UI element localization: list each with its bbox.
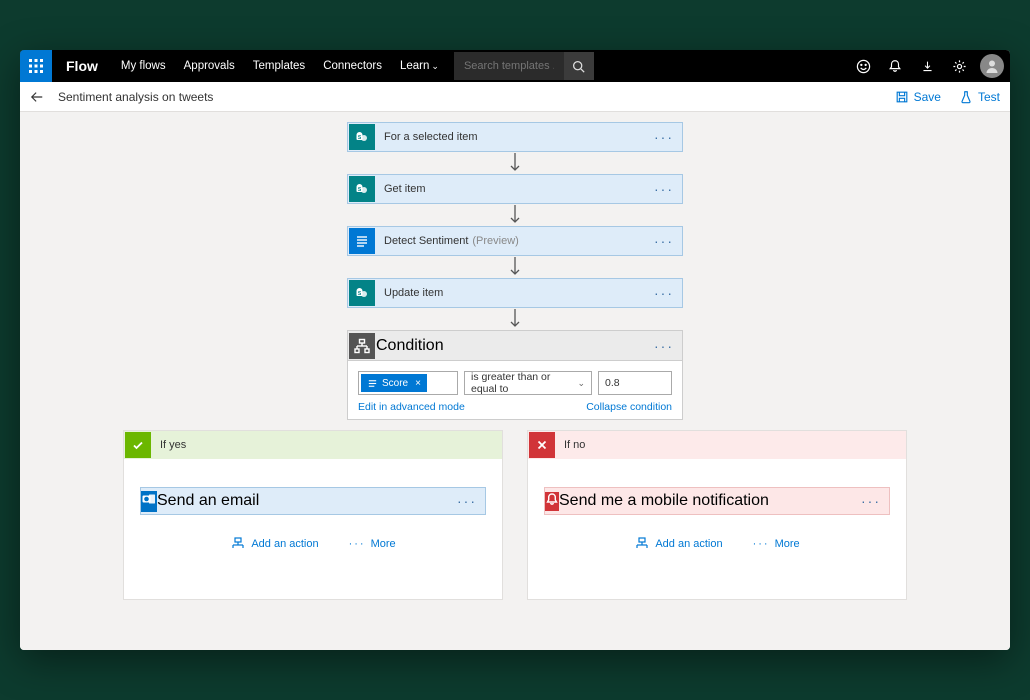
- condition-title: Condition: [376, 337, 444, 355]
- condition-card[interactable]: Condition ··· Score × is grea: [347, 330, 683, 420]
- save-button[interactable]: Save: [895, 90, 941, 104]
- collapse-condition-link[interactable]: Collapse condition: [586, 401, 672, 413]
- branch-yes-header: If yes: [124, 431, 502, 459]
- flow-title: Sentiment analysis on tweets: [58, 90, 213, 104]
- step-label: Get item: [376, 183, 426, 195]
- brand-label[interactable]: Flow: [52, 58, 112, 74]
- add-action-button[interactable]: Add an action: [230, 537, 318, 551]
- connector-arrow: [510, 204, 520, 226]
- search-button[interactable]: [564, 52, 594, 80]
- text-analytics-icon: [349, 228, 375, 254]
- action-send-email[interactable]: Send an email ···: [140, 487, 486, 515]
- branch-no-header: If no: [528, 431, 906, 459]
- test-button[interactable]: Test: [959, 90, 1000, 104]
- designer-canvas[interactable]: S For a selected item ··· S Get item ···…: [20, 112, 1010, 650]
- nav-learn[interactable]: Learn⌄: [391, 50, 448, 82]
- settings-gear-icon[interactable]: [944, 50, 974, 82]
- download-icon[interactable]: [912, 50, 942, 82]
- condition-value-input[interactable]: 0.8: [598, 371, 672, 395]
- action-send-notification[interactable]: Send me a mobile notification ···: [544, 487, 890, 515]
- top-bar: Flow My flows Approvals Templates Connec…: [20, 50, 1010, 82]
- step-detect-sentiment[interactable]: Detect Sentiment(Preview) ···: [347, 226, 683, 256]
- token-score[interactable]: Score ×: [361, 374, 427, 392]
- save-label: Save: [914, 90, 941, 104]
- checkmark-icon: [125, 432, 151, 458]
- user-avatar[interactable]: [980, 54, 1004, 78]
- operator-label: is greater than or equal to: [471, 371, 577, 395]
- top-right-actions: [848, 50, 1010, 82]
- step-menu-button[interactable]: ···: [861, 494, 881, 508]
- step-get-item[interactable]: S Get item ···: [347, 174, 683, 204]
- step-label: Detect Sentiment(Preview): [376, 235, 519, 247]
- more-button[interactable]: ··· More: [753, 537, 800, 551]
- condition-operator-select[interactable]: is greater than or equal to ⌄: [464, 371, 592, 395]
- condition-header[interactable]: Condition ···: [348, 331, 682, 361]
- add-action-icon: [230, 537, 246, 551]
- action-label: Send an email: [157, 492, 259, 510]
- add-action-label: Add an action: [251, 538, 318, 550]
- notifications-icon[interactable]: [880, 50, 910, 82]
- value-text: 0.8: [605, 377, 620, 389]
- condition-icon: [349, 333, 375, 359]
- ellipsis-icon: ···: [753, 538, 770, 550]
- add-action-label: Add an action: [655, 538, 722, 550]
- more-label: More: [775, 538, 800, 550]
- step-menu-button[interactable]: ···: [654, 130, 674, 144]
- sharepoint-icon: S: [349, 280, 375, 306]
- add-action-icon: [634, 537, 650, 551]
- close-x-icon: [529, 432, 555, 458]
- branch-no: If no Send me a mobile notification ··· …: [527, 430, 907, 600]
- nav-approvals[interactable]: Approvals: [175, 50, 244, 82]
- outlook-icon: [141, 491, 157, 512]
- connector-arrow: [510, 256, 520, 278]
- test-label: Test: [978, 90, 1000, 104]
- condition-left-operand[interactable]: Score ×: [358, 371, 458, 395]
- step-menu-button[interactable]: ···: [654, 182, 674, 196]
- nav-learn-label: Learn: [400, 60, 429, 72]
- branch-yes: If yes Send an email ··· Add an action: [123, 430, 503, 600]
- condition-branches: If yes Send an email ··· Add an action: [100, 430, 930, 600]
- step-menu-button[interactable]: ···: [654, 286, 674, 300]
- edit-advanced-link[interactable]: Edit in advanced mode: [358, 401, 465, 413]
- nav-templates[interactable]: Templates: [244, 50, 314, 82]
- search-box: [454, 52, 594, 80]
- step-menu-button[interactable]: ···: [654, 234, 674, 248]
- search-input[interactable]: [454, 52, 564, 80]
- ellipsis-icon: ···: [349, 538, 366, 550]
- branch-no-title: If no: [556, 439, 585, 451]
- sharepoint-icon: S: [349, 124, 375, 150]
- notification-bell-icon: [545, 492, 559, 511]
- connector-arrow: [510, 152, 520, 174]
- chevron-down-icon: ⌄: [431, 61, 439, 71]
- nav-connectors[interactable]: Connectors: [314, 50, 391, 82]
- add-action-button[interactable]: Add an action: [634, 537, 722, 551]
- branch-yes-title: If yes: [152, 439, 186, 451]
- smile-feedback-icon[interactable]: [848, 50, 878, 82]
- sharepoint-icon: S: [349, 176, 375, 202]
- step-menu-button[interactable]: ···: [457, 494, 477, 508]
- more-button[interactable]: ··· More: [349, 537, 396, 551]
- more-label: More: [371, 538, 396, 550]
- app-window: Flow My flows Approvals Templates Connec…: [20, 50, 1010, 650]
- command-bar: Sentiment analysis on tweets Save Test: [20, 82, 1010, 112]
- back-button[interactable]: [30, 90, 50, 104]
- step-for-selected-item[interactable]: S For a selected item ···: [347, 122, 683, 152]
- chevron-down-icon: ⌄: [577, 378, 585, 389]
- nav-my-flows[interactable]: My flows: [112, 50, 175, 82]
- token-label: Score: [382, 378, 408, 389]
- step-menu-button[interactable]: ···: [654, 339, 674, 353]
- step-label: Update item: [376, 287, 443, 299]
- action-label: Send me a mobile notification: [559, 492, 769, 510]
- token-remove-icon[interactable]: ×: [415, 378, 421, 389]
- step-update-item[interactable]: S Update item ···: [347, 278, 683, 308]
- connector-arrow: [510, 308, 520, 330]
- top-nav: My flows Approvals Templates Connectors …: [112, 50, 448, 82]
- step-label: For a selected item: [376, 131, 478, 143]
- condition-body: Score × is greater than or equal to ⌄ 0.…: [348, 361, 682, 419]
- app-launcher-button[interactable]: [20, 50, 52, 82]
